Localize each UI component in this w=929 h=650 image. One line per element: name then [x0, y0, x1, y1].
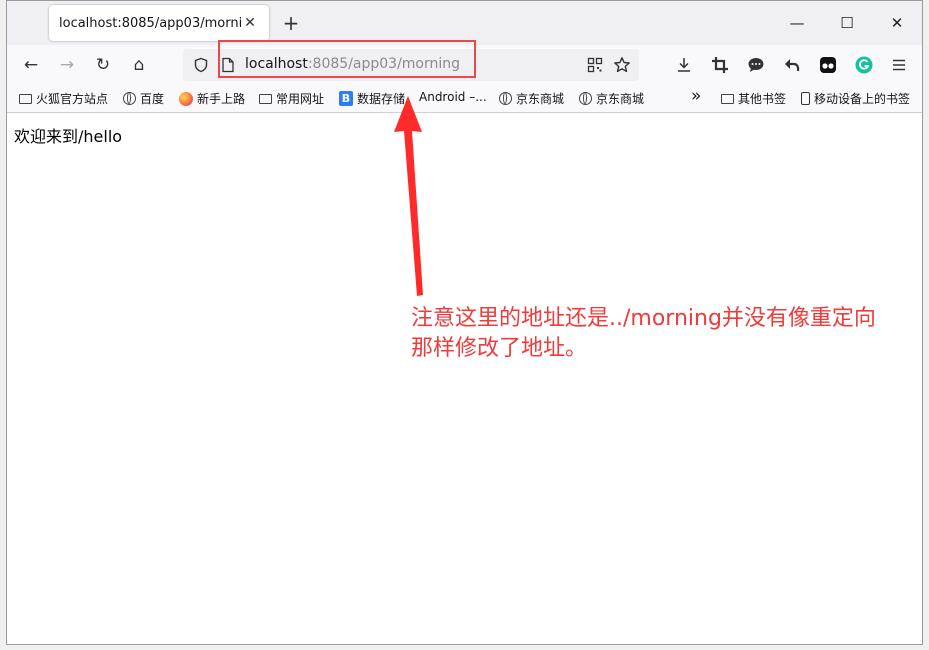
window-controls: — ☐ ✕ — [772, 1, 922, 45]
bookmark-item[interactable]: 新手上路 — [179, 90, 245, 107]
folder-icon — [19, 93, 32, 104]
crop-icon[interactable] — [711, 56, 729, 74]
bookmark-label: 百度 — [140, 92, 165, 106]
annotation-line-1: 注意这里的地址还是../morning并没有像重定向 — [411, 306, 876, 331]
bookmark-item[interactable]: 百度 — [123, 90, 164, 107]
bookmark-item[interactable]: 京东商城 — [499, 90, 564, 107]
home-button[interactable]: ⌂ — [127, 53, 151, 77]
bookmark-label: Android –... — [419, 90, 487, 104]
window-close-button[interactable]: ✕ — [872, 1, 922, 45]
bookmark-label: 新手上路 — [197, 92, 246, 106]
tab-active[interactable]: localhost:8085/app03/morning ✕ — [49, 5, 269, 41]
globe-icon — [579, 92, 592, 105]
menu-icon[interactable] — [891, 57, 907, 73]
bookmark-label: 京东商城 — [516, 92, 565, 106]
bookmark-item[interactable]: Android –... — [419, 90, 487, 104]
bookmark-item[interactable]: B 数据存储 — [339, 90, 405, 107]
page-message: 欢迎来到/hello — [14, 127, 123, 146]
qr-code-icon[interactable] — [587, 57, 603, 73]
minimize-button[interactable]: — — [772, 1, 822, 45]
folder-icon — [721, 93, 734, 104]
mobile-bookmarks-label: 移动设备上的书签 — [814, 92, 911, 106]
folder-icon — [259, 93, 272, 104]
other-bookmarks-label: 其他书签 — [738, 92, 787, 106]
phone-icon — [801, 92, 810, 105]
bookmarks-overflow-button[interactable]: » — [691, 86, 701, 106]
other-bookmarks[interactable]: 其他书签 — [721, 90, 786, 107]
globe-icon — [123, 92, 136, 105]
url-highlight-box — [218, 40, 476, 78]
page-content: 欢迎来到/hello — [7, 113, 922, 644]
bookmark-label: 数据存储 — [357, 92, 406, 106]
star-icon[interactable] — [613, 56, 631, 74]
extension-icon[interactable] — [819, 56, 837, 74]
chat-icon[interactable] — [747, 56, 765, 74]
b-icon: B — [339, 91, 353, 106]
shield-icon[interactable] — [193, 57, 209, 73]
annotation-text: 注意这里的地址还是../morning并没有像重定向 那样修改了地址。 — [411, 304, 921, 364]
back-button[interactable]: ← — [19, 53, 43, 77]
bookmark-item[interactable]: 京东商城 — [579, 90, 644, 107]
bookmark-label: 火狐官方站点 — [36, 92, 109, 106]
undo-icon[interactable] — [783, 56, 801, 74]
bookmark-label: 京东商城 — [596, 92, 645, 106]
tab-title: localhost:8085/app03/morning — [59, 15, 241, 31]
reload-button[interactable]: ↻ — [91, 53, 115, 77]
bookmark-item[interactable]: 常用网址 — [259, 90, 324, 107]
mobile-bookmarks[interactable]: 移动设备上的书签 — [801, 90, 910, 107]
download-icon[interactable] — [675, 56, 693, 74]
bookmark-item[interactable]: 火狐官方站点 — [19, 90, 108, 107]
close-tab-icon[interactable]: ✕ — [241, 14, 259, 32]
bookmark-label: 常用网址 — [276, 92, 325, 106]
firefox-icon — [179, 91, 193, 106]
forward-button[interactable]: → — [55, 53, 79, 77]
new-tab-button[interactable]: + — [279, 11, 303, 35]
grammarly-icon[interactable] — [855, 56, 873, 74]
maximize-button[interactable]: ☐ — [822, 1, 872, 45]
annotation-line-2: 那样修改了地址。 — [411, 336, 588, 361]
globe-icon — [499, 92, 512, 105]
tab-strip: localhost:8085/app03/morning ✕ + — ☐ ✕ — [7, 1, 922, 45]
bookmarks-toolbar: 火狐官方站点 百度 新手上路 常用网址 B 数据存储 Android –... … — [7, 85, 922, 113]
